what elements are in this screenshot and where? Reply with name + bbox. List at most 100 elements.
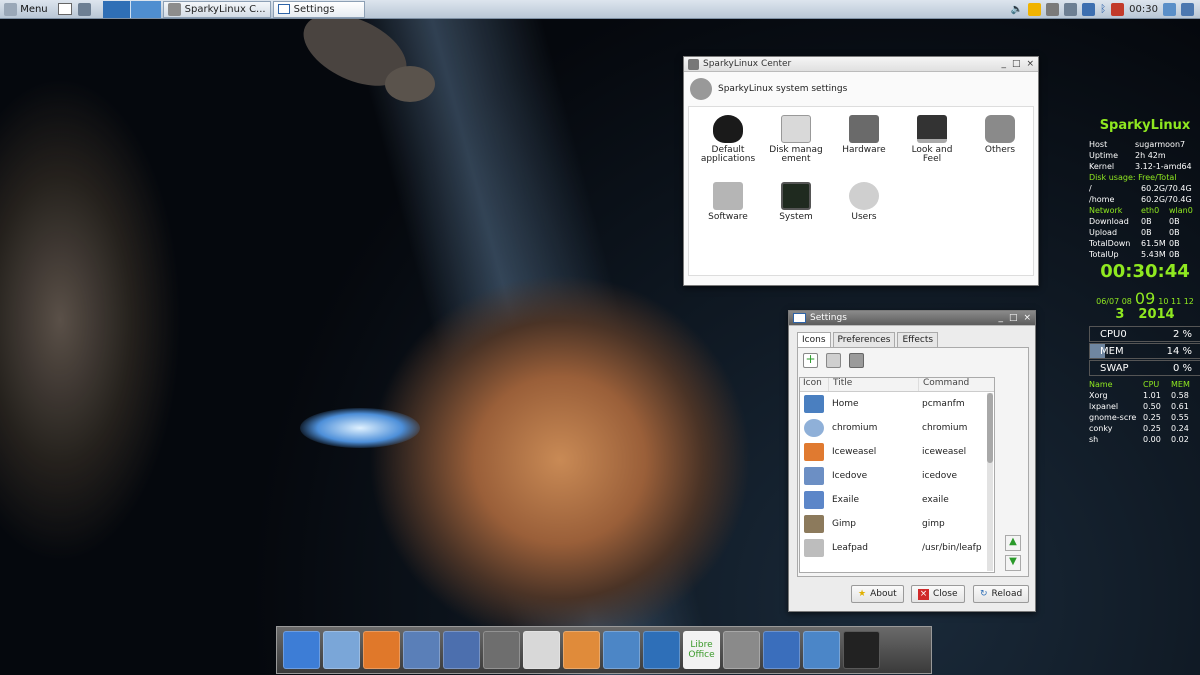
icedove-icon[interactable] — [403, 631, 440, 669]
maximize-icon[interactable]: □ — [1012, 59, 1021, 69]
item-label: Default applications — [700, 145, 756, 164]
proc-cpu: 0.00 — [1143, 435, 1161, 444]
table-row[interactable]: Leafpad/usr/bin/leafp — [800, 536, 994, 560]
edit-icon[interactable] — [826, 353, 841, 368]
sparky-icon[interactable] — [1064, 3, 1078, 16]
window-titlebar[interactable]: Settings _ □ × — [789, 311, 1035, 326]
reload-button[interactable]: ↻ Reload — [973, 585, 1030, 603]
proc-cpu: 1.01 — [1143, 391, 1161, 400]
window-titlebar[interactable]: SparkyLinux Center _ □ × — [684, 57, 1038, 72]
leafpad-icon[interactable] — [523, 631, 560, 669]
proc-mem: 0.02 — [1171, 435, 1189, 444]
upload-1: 0B — [1141, 228, 1152, 237]
dock: Libre Office — [276, 626, 932, 674]
tab-preferences[interactable]: Preferences — [832, 332, 896, 347]
tab-effects[interactable]: Effects — [897, 332, 939, 347]
scrollbar[interactable] — [987, 393, 993, 571]
add-icon[interactable]: + — [803, 353, 818, 368]
column-header-title[interactable]: Title — [828, 378, 918, 391]
eyes-icon[interactable] — [483, 631, 520, 669]
music-note-icon[interactable] — [443, 631, 480, 669]
system-item[interactable]: System — [762, 182, 830, 222]
update-icon[interactable] — [1111, 3, 1125, 16]
upload-label: Upload — [1089, 228, 1118, 237]
desktop-icon[interactable] — [283, 631, 320, 669]
software-item[interactable]: Software — [694, 182, 762, 222]
date-day: 09 — [1134, 289, 1156, 308]
others-item[interactable]: Others — [966, 115, 1034, 164]
bluetooth-icon[interactable]: ᛒ — [1100, 4, 1106, 15]
trash-icon[interactable] — [849, 353, 864, 368]
leafpad-icon — [804, 539, 824, 557]
libreoffice-icon[interactable]: Libre Office — [683, 631, 720, 669]
cpu-value: 2 % — [1172, 328, 1192, 340]
chromium-icon — [804, 419, 824, 437]
column-header-icon[interactable]: Icon — [800, 378, 828, 391]
sparky-logo-icon — [690, 78, 712, 100]
default-applications-item[interactable]: Default applications — [694, 115, 762, 164]
close-icon[interactable]: × — [1023, 313, 1031, 323]
hardware-item[interactable]: Hardware — [830, 115, 898, 164]
sparky-icon[interactable] — [77, 2, 91, 16]
button-label: Close — [933, 589, 958, 599]
table-row[interactable]: Gimp gimp — [800, 512, 994, 536]
menu-button[interactable]: Menu — [0, 1, 52, 18]
network-icon[interactable] — [1082, 3, 1096, 16]
row-title: Home — [832, 399, 859, 409]
move-up-button[interactable]: ▲ — [1005, 535, 1021, 551]
terminal-icon[interactable] — [843, 631, 880, 669]
move-down-button[interactable]: ▼ — [1005, 555, 1021, 571]
task-settings[interactable]: Settings — [272, 0, 365, 18]
task-label: SparkyLinux C... — [184, 3, 266, 15]
comet — [300, 408, 420, 448]
table-row[interactable]: Icedove icedove — [800, 464, 994, 488]
column-header-command[interactable]: Command — [918, 378, 969, 391]
volume-icon[interactable]: 🔈 — [1011, 4, 1023, 15]
minimize-icon[interactable]: _ — [998, 313, 1003, 323]
item-label: Hardware — [842, 145, 886, 155]
users-item[interactable]: Users — [830, 182, 898, 222]
header-text: SparkyLinux system settings — [718, 84, 848, 94]
table-row[interactable]: Exaile exaile — [800, 488, 994, 512]
sparky-icon[interactable] — [603, 631, 640, 669]
sparky-logo-icon — [4, 2, 17, 16]
logout-icon[interactable] — [1181, 3, 1194, 16]
about-button[interactable]: ★ About — [851, 585, 904, 603]
window-icon — [793, 313, 806, 323]
minimize-icon[interactable]: _ — [1001, 59, 1006, 69]
download-1: 0B — [1141, 217, 1152, 226]
clock-icon[interactable] — [723, 631, 760, 669]
table-row[interactable]: chromium chromium — [800, 416, 994, 440]
workspace-switcher[interactable] — [102, 0, 161, 18]
tab-icons[interactable]: Icons — [797, 332, 831, 347]
notes-icon[interactable] — [563, 631, 600, 669]
clock[interactable]: 00:30 — [1129, 4, 1158, 15]
task-sparky-center[interactable]: SparkyLinux C... — [162, 0, 271, 18]
close-icon[interactable]: × — [1026, 59, 1034, 69]
sparky-center-window: SparkyLinux Center _ □ × SparkyLinux syste… — [683, 56, 1039, 286]
table-row[interactable]: Home pcmanfm — [800, 392, 994, 416]
button-label: Reload — [991, 589, 1023, 599]
maximize-icon[interactable]: □ — [1009, 313, 1018, 323]
swap-value: 0 % — [1172, 362, 1192, 374]
cpu-bar: CPU0 2 % — [1089, 326, 1200, 342]
look-and-feel-item[interactable]: Look and Feel — [898, 115, 966, 164]
conky-title: SparkyLinux — [1099, 118, 1191, 133]
pidgin-icon[interactable] — [1028, 3, 1042, 16]
show-desktop-icon[interactable] — [57, 3, 72, 15]
network-icon[interactable] — [803, 631, 840, 669]
close-button[interactable]: × Close — [911, 585, 965, 603]
screenshot-icon[interactable] — [1163, 3, 1176, 16]
chromium-icon[interactable] — [323, 631, 360, 669]
media-player-icon[interactable] — [763, 631, 800, 669]
disk-management-item[interactable]: Disk management — [762, 115, 830, 164]
proc-head-mem: MEM — [1171, 380, 1190, 389]
table-row[interactable]: Iceweasel iceweasel — [800, 440, 994, 464]
proc-cpu: 0.50 — [1143, 402, 1161, 411]
printer-icon[interactable] — [1046, 3, 1060, 16]
iceweasel-icon[interactable] — [363, 631, 400, 669]
kde-icon[interactable] — [643, 631, 680, 669]
host-value: sugarmoon7 — [1135, 140, 1186, 149]
icons-table: Icon Title Command Home pcmanfm chromium chr… — [799, 377, 995, 573]
uptime-label: Uptime — [1089, 151, 1119, 160]
